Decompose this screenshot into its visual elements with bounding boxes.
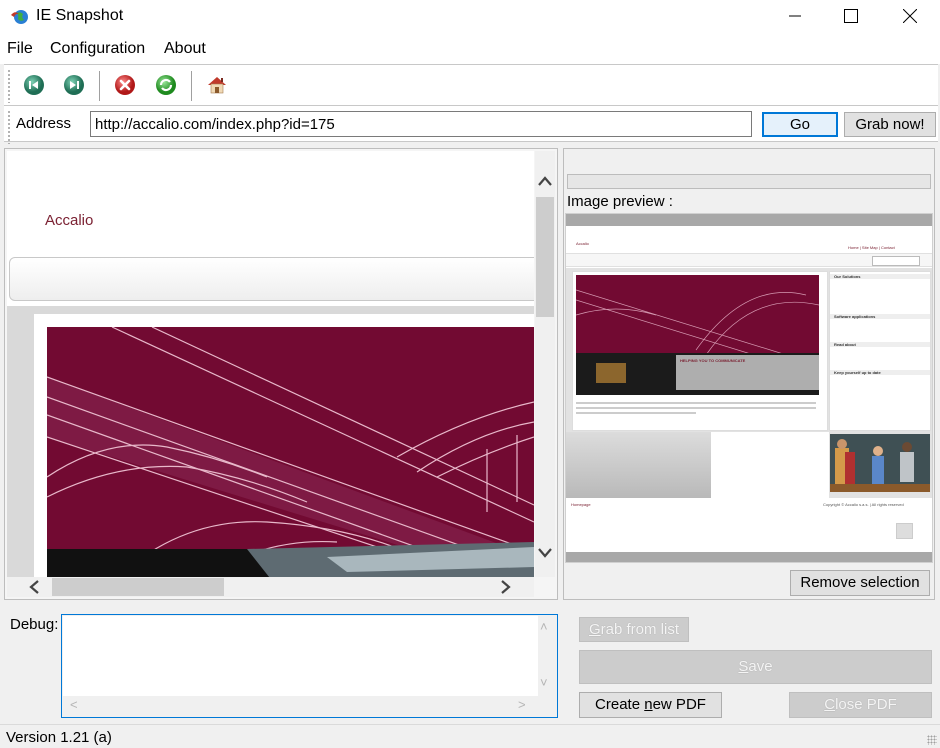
label-part: rab from list (600, 621, 680, 638)
site-navbar (9, 257, 534, 301)
preview-cc-badge-icon (896, 523, 913, 539)
addressbar-grip[interactable] (8, 110, 10, 144)
preview-panel: Image preview : Accalio Home | Site Map … (563, 148, 935, 600)
preview-bridge-illustration (576, 289, 819, 395)
label-part: Create (595, 696, 645, 713)
debug-scroll-right-icon[interactable]: > (518, 697, 526, 712)
stop-button[interactable] (113, 73, 137, 97)
scroll-left-icon[interactable] (29, 579, 39, 597)
debug-scroll-left-icon[interactable]: < (70, 697, 78, 712)
mnemonic-letter: n (644, 696, 653, 713)
menu-file[interactable]: File (7, 40, 33, 58)
debug-output: ˄ ˅ < > (61, 614, 558, 718)
debug-label: Debug: (10, 616, 59, 633)
mnemonic-letter: S (738, 658, 749, 675)
site-logo[interactable]: Accalio (45, 212, 93, 229)
toolbar-separator (99, 71, 100, 101)
close-pdf-button[interactable]: Close PDF (789, 692, 932, 718)
address-bar: Address Go Grab now! (4, 106, 938, 144)
save-button[interactable]: Save (579, 650, 932, 684)
mnemonic-letter: G (588, 621, 601, 638)
window-title: IE Snapshot (36, 7, 124, 24)
preview-hero: HELPING YOU TO COMMUNICATE (576, 275, 819, 395)
debug-scroll-up-icon[interactable]: ˄ (540, 619, 548, 634)
menu-bar: File Configuration About (0, 34, 940, 64)
preview-bottom-bar (566, 552, 932, 562)
preview-search-box (872, 256, 920, 266)
preview-footer-copyright: Copyright © Accalio s.a.s. | All rights … (823, 502, 904, 507)
minimize-icon (789, 15, 801, 17)
title-bar: IE Snapshot (0, 0, 940, 34)
preview-top-links: Home | Site Map | Contact (848, 245, 895, 250)
label-part: ew PDF (652, 696, 706, 713)
maximize-button[interactable] (821, 0, 881, 32)
close-button[interactable] (880, 0, 940, 32)
go-button[interactable]: Go (762, 112, 838, 137)
debug-textarea[interactable] (63, 616, 538, 696)
home-icon (208, 77, 226, 94)
status-bar: Version 1.21 (a) (0, 724, 940, 748)
bridge-illustration (47, 327, 534, 577)
browser-view[interactable]: Accalio (4, 148, 558, 600)
app-globe-icon (11, 10, 28, 24)
preview-top-bar (566, 214, 932, 226)
preview-text-line (576, 412, 696, 414)
preview-text-line (576, 402, 816, 404)
preview-text-line (576, 407, 816, 409)
menu-configuration[interactable]: Configuration (50, 40, 145, 58)
maximize-icon (844, 9, 858, 23)
mnemonic-letter: C (824, 696, 836, 713)
preview-site-logo: Accalio (576, 241, 589, 246)
horizontal-scrollbar[interactable] (7, 577, 534, 597)
address-label: Address (16, 115, 72, 132)
vertical-scrollbar[interactable] (535, 151, 555, 577)
image-preview[interactable]: Accalio Home | Site Map | Contact HELPIN… (565, 213, 933, 563)
scroll-up-icon[interactable] (538, 171, 552, 189)
toolbar (4, 64, 938, 106)
create-new-pdf-button[interactable]: Create new PDF (579, 692, 722, 718)
grab-from-list-button[interactable]: Grab from list (579, 617, 689, 642)
preview-sidebar-heading: Keep yourself up to date (830, 370, 930, 375)
hero-image (47, 327, 534, 577)
preview-sidebar: Our Solutions Software applications Read… (829, 271, 931, 431)
horizontal-scroll-thumb[interactable] (52, 578, 224, 596)
back-button[interactable] (22, 73, 46, 97)
preview-team-photo (830, 434, 930, 492)
label-part: lose PDF (835, 696, 897, 713)
vertical-scroll-thumb[interactable] (536, 197, 554, 317)
close-icon (903, 9, 917, 23)
preview-sidebar-heading: Read about (830, 342, 930, 347)
preview-footer-homepage: Homepage (571, 502, 591, 507)
toolbar-grip[interactable] (8, 69, 10, 103)
preview-sidebar-heading: Software applications (830, 314, 930, 319)
menu-about[interactable]: About (164, 40, 206, 58)
scroll-right-icon[interactable] (501, 579, 511, 597)
preview-sidebar-heading: Our Solutions (830, 274, 930, 279)
preview-hero-heading: HELPING YOU TO COMMUNICATE (680, 358, 746, 363)
preview-gray-block (566, 432, 711, 498)
image-preview-label: Image preview : (567, 193, 673, 210)
scroll-down-icon[interactable] (538, 543, 552, 561)
label-part: ave (748, 658, 773, 675)
progress-bar (567, 174, 931, 189)
debug-scroll-down-icon[interactable]: ˅ (540, 675, 548, 690)
preview-footer: Homepage Copyright © Accalio s.a.s. | Al… (566, 498, 932, 552)
refresh-button[interactable] (154, 73, 178, 97)
web-page[interactable]: Accalio (7, 151, 534, 577)
address-input[interactable] (90, 111, 752, 137)
version-label: Version 1.21 (a) (6, 729, 112, 746)
home-button[interactable] (205, 73, 229, 97)
remove-selection-button[interactable]: Remove selection (790, 570, 930, 596)
toolbar-separator (191, 71, 192, 101)
minimize-button[interactable] (765, 0, 825, 32)
resize-grip-icon[interactable] (927, 735, 937, 745)
forward-button[interactable] (62, 73, 86, 97)
preview-white-block (711, 432, 829, 498)
grab-now-button[interactable]: Grab now! (844, 112, 936, 137)
